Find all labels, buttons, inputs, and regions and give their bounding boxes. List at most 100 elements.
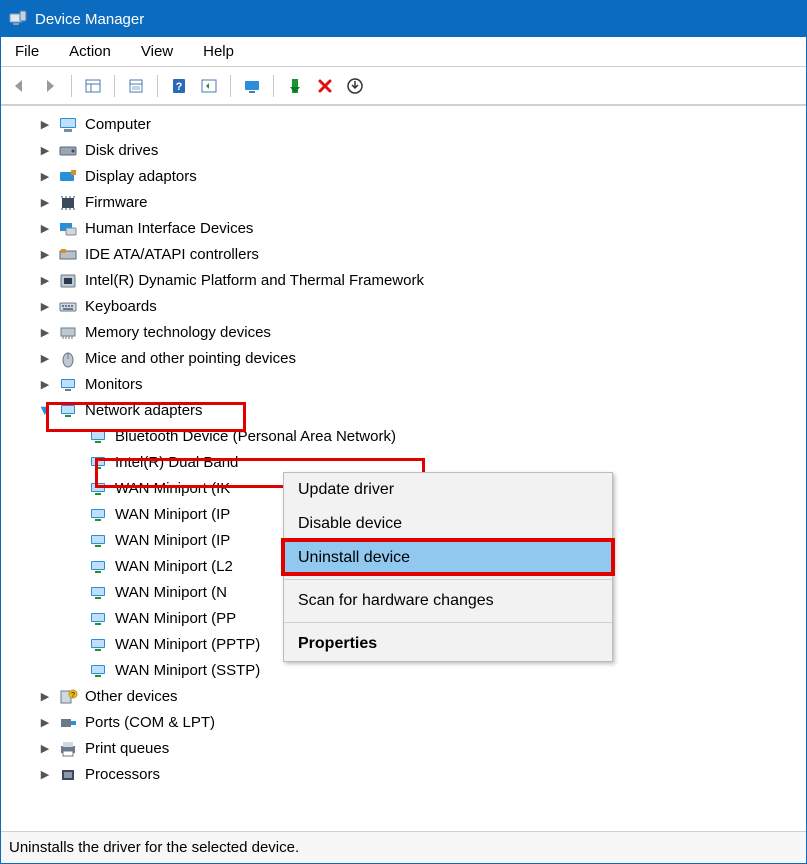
properties-button[interactable] bbox=[123, 73, 149, 99]
network-adapter-icon bbox=[87, 661, 109, 681]
tree-node-disk-drives[interactable]: ▶ Disk drives bbox=[7, 138, 806, 164]
svg-text:?: ? bbox=[71, 692, 75, 699]
expander-icon[interactable]: ▶ bbox=[37, 221, 53, 237]
expander-icon[interactable]: ▶ bbox=[37, 247, 53, 263]
toolbar-separator bbox=[273, 75, 274, 97]
tree-node-display-adaptors[interactable]: ▶ Display adaptors bbox=[7, 164, 806, 190]
tree-node-keyboards[interactable]: ▶ Keyboards bbox=[7, 294, 806, 320]
context-scan-hardware[interactable]: Scan for hardware changes bbox=[284, 584, 612, 618]
expander-spacer bbox=[67, 481, 83, 497]
tree-node-mice[interactable]: ▶ Mice and other pointing devices bbox=[7, 346, 806, 372]
tree-node-bt-device[interactable]: Bluetooth Device (Personal Area Network) bbox=[7, 424, 806, 450]
node-label: WAN Miniport (PPTP) bbox=[115, 632, 260, 658]
device-manager-window: Device Manager File Action View Help ? bbox=[0, 0, 807, 864]
node-label: WAN Miniport (L2 bbox=[115, 554, 233, 580]
expander-icon[interactable]: ▶ bbox=[37, 741, 53, 757]
context-uninstall-device[interactable]: Uninstall device bbox=[284, 541, 612, 575]
back-button[interactable] bbox=[7, 73, 33, 99]
context-separator bbox=[284, 579, 612, 580]
network-adapter-icon bbox=[57, 401, 79, 421]
tree-node-other-devices[interactable]: ▶ ? Other devices bbox=[7, 684, 806, 710]
tree-node-ports[interactable]: ▶ Ports (COM & LPT) bbox=[7, 710, 806, 736]
statusbar-text: Uninstalls the driver for the selected d… bbox=[9, 839, 299, 856]
context-disable-device[interactable]: Disable device bbox=[284, 507, 612, 541]
node-label: Bluetooth Device (Personal Area Network) bbox=[115, 424, 396, 450]
expander-icon[interactable]: ▶ bbox=[37, 715, 53, 731]
node-label: Intel(R) Dynamic Platform and Thermal Fr… bbox=[85, 268, 424, 294]
add-legacy-button[interactable] bbox=[282, 73, 308, 99]
node-label: Network adapters bbox=[85, 398, 203, 424]
context-properties[interactable]: Properties bbox=[284, 627, 612, 661]
node-label: Keyboards bbox=[85, 294, 157, 320]
tree-node-memory-tech[interactable]: ▶ Memory technology devices bbox=[7, 320, 806, 346]
menu-view[interactable]: View bbox=[133, 41, 181, 62]
expander-icon[interactable]: ▶ bbox=[37, 403, 53, 419]
expander-spacer bbox=[67, 533, 83, 549]
uninstall-button[interactable] bbox=[312, 73, 338, 99]
tree-node-firmware[interactable]: ▶ Firmware bbox=[7, 190, 806, 216]
expander-icon[interactable]: ▶ bbox=[37, 143, 53, 159]
chip-icon bbox=[57, 271, 79, 291]
menu-action[interactable]: Action bbox=[61, 41, 119, 62]
update-driver-button[interactable] bbox=[342, 73, 368, 99]
tree-node-monitors[interactable]: ▶ Monitors bbox=[7, 372, 806, 398]
help-button[interactable]: ? bbox=[166, 73, 192, 99]
expander-icon[interactable]: ▶ bbox=[37, 299, 53, 315]
tree-node-computer[interactable]: ▶ Computer bbox=[7, 112, 806, 138]
node-label: IDE ATA/ATAPI controllers bbox=[85, 242, 259, 268]
node-label: Memory technology devices bbox=[85, 320, 271, 346]
menu-help[interactable]: Help bbox=[195, 41, 242, 62]
toolbar-separator bbox=[71, 75, 72, 97]
expander-icon[interactable]: ▶ bbox=[37, 169, 53, 185]
expander-spacer bbox=[67, 455, 83, 471]
disk-drive-icon bbox=[57, 141, 79, 161]
tree-node-processors[interactable]: ▶ Processors bbox=[7, 762, 806, 788]
expander-icon[interactable]: ▶ bbox=[37, 325, 53, 341]
expander-icon[interactable]: ▶ bbox=[37, 767, 53, 783]
toolbar-separator bbox=[230, 75, 231, 97]
scan-hardware-button[interactable] bbox=[239, 73, 265, 99]
show-hide-tree-button[interactable] bbox=[80, 73, 106, 99]
action-button[interactable] bbox=[196, 73, 222, 99]
expander-spacer bbox=[67, 663, 83, 679]
context-update-driver[interactable]: Update driver bbox=[284, 473, 612, 507]
display-adaptor-icon bbox=[57, 167, 79, 187]
toolbar-separator bbox=[157, 75, 158, 97]
expander-spacer bbox=[67, 507, 83, 523]
tree-node-print-queues[interactable]: ▶ Print queues bbox=[7, 736, 806, 762]
node-label: Processors bbox=[85, 762, 160, 788]
expander-icon[interactable]: ▶ bbox=[37, 351, 53, 367]
printer-icon bbox=[57, 739, 79, 759]
tree-node-ide[interactable]: ▶ IDE ATA/ATAPI controllers bbox=[7, 242, 806, 268]
node-label: Display adaptors bbox=[85, 164, 197, 190]
network-adapter-icon bbox=[87, 635, 109, 655]
network-adapter-icon bbox=[87, 427, 109, 447]
expander-icon[interactable]: ▶ bbox=[37, 273, 53, 289]
node-label: WAN Miniport (SSTP) bbox=[115, 658, 260, 684]
expander-icon[interactable]: ▶ bbox=[37, 117, 53, 133]
tree-node-hid[interactable]: ▶ Human Interface Devices bbox=[7, 216, 806, 242]
menu-file[interactable]: File bbox=[7, 41, 47, 62]
node-label: WAN Miniport (IP bbox=[115, 528, 230, 554]
tree-node-intel-platform[interactable]: ▶ Intel(R) Dynamic Platform and Thermal … bbox=[7, 268, 806, 294]
expander-spacer bbox=[67, 637, 83, 653]
toolbar-separator bbox=[114, 75, 115, 97]
node-label: Intel(R) Dual Band bbox=[115, 450, 238, 476]
network-adapter-icon bbox=[87, 453, 109, 473]
mouse-icon bbox=[57, 349, 79, 369]
device-tree-pane[interactable]: ▶ Computer ▶ Disk drives ▶ Display adapt… bbox=[1, 105, 806, 831]
expander-icon[interactable]: ▶ bbox=[37, 689, 53, 705]
other-devices-icon: ? bbox=[57, 687, 79, 707]
expander-icon[interactable]: ▶ bbox=[37, 195, 53, 211]
tree-node-network-adapters[interactable]: ▶ Network adapters bbox=[7, 398, 806, 424]
menubar: File Action View Help bbox=[1, 37, 806, 67]
expander-spacer bbox=[67, 559, 83, 575]
node-label: Human Interface Devices bbox=[85, 216, 253, 242]
ports-icon bbox=[57, 713, 79, 733]
forward-button[interactable] bbox=[37, 73, 63, 99]
network-adapter-icon bbox=[87, 505, 109, 525]
device-tree: ▶ Computer ▶ Disk drives ▶ Display adapt… bbox=[1, 106, 806, 794]
node-label: Ports (COM & LPT) bbox=[85, 710, 215, 736]
context-menu: Update driver Disable device Uninstall d… bbox=[283, 472, 613, 662]
expander-icon[interactable]: ▶ bbox=[37, 377, 53, 393]
